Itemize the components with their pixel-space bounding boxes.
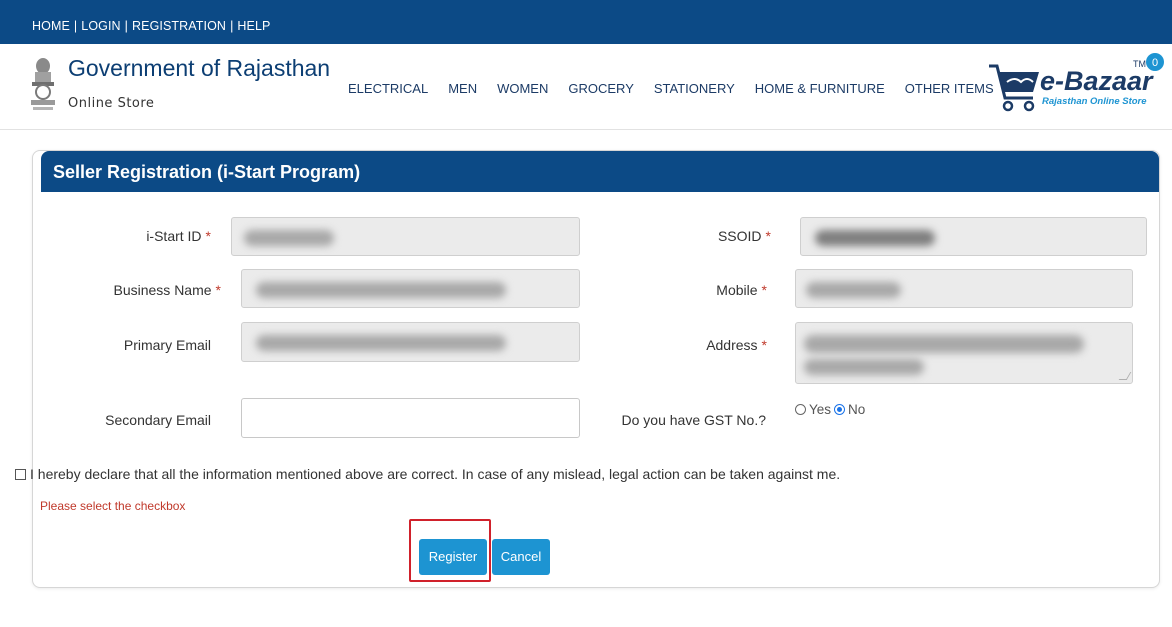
form-title: Seller Registration (i-Start Program) [53,162,361,182]
gst-no-radio[interactable] [834,404,846,415]
address-textarea[interactable] [795,322,1133,384]
gst-question-label: Do you have GST No.? [621,412,766,428]
nav-other-items[interactable]: OTHER ITEMS [905,81,994,96]
register-highlight-box [409,519,491,582]
trademark-mark: TM [1133,59,1146,69]
ssoid-label: SSOID * [717,228,771,244]
login-link[interactable]: LOGIN [81,19,120,33]
logo-name: e-Bazaar [1040,66,1154,96]
cancel-button[interactable]: Cancel [492,539,550,575]
primary-email-label: Primary Email [123,337,211,353]
top-bar: HOME | LOGIN | REGISTRATION | HELP [0,0,1172,44]
nav-women[interactable]: WOMEN [497,81,548,96]
separator: | [124,19,129,33]
gst-radio-group: Yes No [795,402,865,417]
brand-title[interactable]: Government of Rajasthan [68,55,330,82]
resize-handle-icon[interactable] [1118,372,1132,380]
nav-men[interactable]: MEN [448,81,477,96]
registration-link[interactable]: REGISTRATION [132,19,226,33]
istart-id-field[interactable] [231,217,580,256]
panel-header: Seller Registration (i-Start Program) [41,151,1159,192]
declaration-text[interactable]: I hereby declare that all the informatio… [30,466,840,482]
primary-email-field[interactable] [241,322,580,362]
mobile-field[interactable] [795,269,1133,308]
nav-electrical[interactable]: ELECTRICAL [348,81,428,96]
istart-id-label: i-Start ID * [146,228,211,244]
nav-grocery[interactable]: GROCERY [568,81,634,96]
state-emblem-icon[interactable] [27,56,59,122]
cart-count: 0 [1152,57,1158,69]
ssoid-field[interactable] [800,217,1147,256]
help-link[interactable]: HELP [237,19,270,33]
declaration-row: I hereby declare that all the informatio… [15,466,840,482]
separator: | [230,19,234,33]
secondary-email-input[interactable] [241,398,580,438]
gst-yes-label[interactable]: Yes [809,402,831,417]
address-label: Address * [706,337,767,353]
ebazaar-logo[interactable]: e-Bazaar Rajasthan Online Store TM 0 [985,52,1165,116]
brand-subtitle: Online Store [68,96,155,111]
separator: | [73,19,78,33]
site-header: Government of Rajasthan Online Store ELE… [0,44,1172,130]
declaration-checkbox[interactable] [15,468,26,480]
secondary-email-label: Secondary Email [105,412,211,428]
main-nav: ELECTRICAL MEN WOMEN GROCERY STATIONERY HOME … [348,81,1014,96]
top-links: HOME | LOGIN | REGISTRATION | HELP [32,19,270,33]
business-name-field[interactable] [241,269,580,308]
mobile-label: Mobile * [716,282,767,298]
nav-stationery[interactable]: STATIONERY [654,81,735,96]
gst-no-label[interactable]: No [848,402,865,417]
nav-home-furniture[interactable]: HOME & FURNITURE [755,81,885,96]
gst-yes-radio[interactable] [795,404,806,415]
home-link[interactable]: HOME [32,19,70,33]
cart-icon [989,64,1039,112]
logo-tagline: Rajasthan Online Store [1042,96,1147,107]
business-name-label: Business Name * [113,282,222,298]
checkbox-error-message: Please select the checkbox [40,499,186,513]
